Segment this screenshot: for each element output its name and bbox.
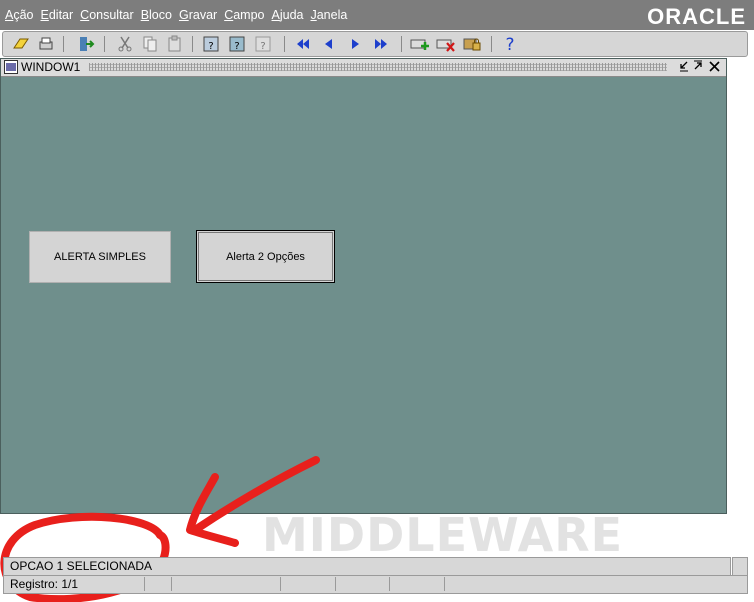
copy-icon[interactable]	[140, 34, 160, 54]
save-icon[interactable]	[11, 34, 31, 54]
menu-acao[interactable]: Ação	[5, 8, 34, 22]
status-divider	[280, 577, 281, 591]
next-block-icon[interactable]	[371, 34, 391, 54]
print-icon[interactable]	[36, 34, 56, 54]
minimize-icon[interactable]	[679, 60, 689, 75]
alert-simple-button[interactable]: ALERTA SIMPLES	[29, 231, 171, 283]
window-title-bar[interactable]: WINDOW1	[1, 59, 726, 77]
menu-bar: Ação Editar Consultar Bloco Gravar Campo…	[0, 0, 754, 30]
status-divider	[389, 577, 390, 591]
svg-text:?: ?	[208, 41, 213, 52]
title-grip	[89, 63, 667, 71]
window-app-icon	[4, 60, 18, 77]
record-indicator: Registro: 1/1	[10, 577, 79, 591]
form-window: WINDOW1 ALERTA SIMPLES Alerta 2 Opções	[0, 58, 727, 514]
execute-query-icon[interactable]: ?	[228, 34, 248, 54]
status-divider	[444, 577, 445, 591]
menu-janela[interactable]: Janela	[310, 8, 347, 22]
menu-gravar[interactable]: Gravar	[179, 8, 217, 22]
status-divider	[144, 577, 145, 591]
alert-two-options-button[interactable]: Alerta 2 Opções	[196, 230, 335, 283]
next-record-icon[interactable]	[345, 34, 365, 54]
status-info-bar: Registro: 1/1	[3, 575, 748, 594]
exit-icon[interactable]	[76, 34, 96, 54]
status-divider	[171, 577, 172, 591]
insert-record-icon[interactable]	[410, 34, 430, 54]
lock-record-icon[interactable]	[462, 34, 482, 54]
help-icon[interactable]: ?	[500, 34, 520, 54]
svg-text:?: ?	[234, 41, 239, 52]
close-icon[interactable]	[709, 60, 720, 75]
status-divider	[335, 577, 336, 591]
status-message: OPCAO 1 SELECIONADA	[10, 559, 153, 573]
cut-icon[interactable]	[115, 34, 135, 54]
toolbar: ? ? ? ?	[2, 31, 748, 57]
menu-campo[interactable]: Campo	[224, 8, 264, 22]
window-title: WINDOW1	[21, 60, 81, 74]
status-message-bar: OPCAO 1 SELECIONADA	[3, 557, 731, 576]
delete-record-icon[interactable]	[436, 34, 456, 54]
menu-ajuda[interactable]: Ajuda	[272, 8, 304, 22]
cancel-query-icon[interactable]: ?	[254, 34, 274, 54]
status-indicator	[732, 557, 748, 576]
menu-bloco[interactable]: Bloco	[141, 8, 172, 22]
menu-items: Ação Editar Consultar Bloco Gravar Campo…	[5, 8, 354, 22]
maximize-icon[interactable]	[693, 60, 703, 75]
previous-block-icon[interactable]	[293, 34, 313, 54]
svg-text:?: ?	[505, 35, 514, 53]
paste-icon[interactable]	[165, 34, 185, 54]
previous-record-icon[interactable]	[319, 34, 339, 54]
oracle-logo: ORACLE	[647, 4, 746, 29]
menu-editar[interactable]: Editar	[41, 8, 74, 22]
enter-query-icon[interactable]: ?	[202, 34, 222, 54]
svg-text:?: ?	[260, 41, 265, 52]
menu-consultar[interactable]: Consultar	[80, 8, 134, 22]
